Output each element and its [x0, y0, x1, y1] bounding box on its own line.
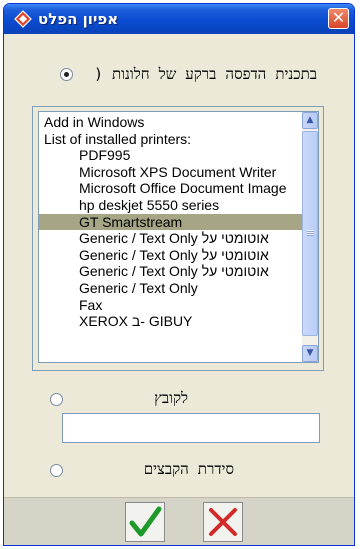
printer-list-item[interactable]: Microsoft XPS Document Writer [39, 164, 303, 181]
printer-listbox[interactable]: Add in Windows List of installed printers… [38, 111, 319, 363]
dialog-window: אפיון הפלט ✕ בתכנית הדפסה ברקע של חלונות… [3, 3, 355, 546]
check-icon [129, 506, 162, 537]
ok-button[interactable] [125, 502, 165, 542]
printer-list-item[interactable]: PDF995 [39, 147, 303, 164]
printer-list-item[interactable]: Generic / Text Only אוטומטי על [39, 230, 303, 247]
file-series-label: סידרת הקבצים [143, 460, 234, 478]
background-print-label: בתכנית הדפסה ברקע של חלונות ( [93, 65, 317, 83]
printer-list-item[interactable]: GT Smartstream [39, 213, 303, 231]
title-bar: אפיון הפלט ✕ [4, 4, 354, 34]
printer-list-item[interactable]: XEROX ב- GIBUY [39, 313, 303, 330]
close-icon: ✕ [331, 8, 346, 27]
x-icon [209, 508, 237, 536]
button-bar [4, 497, 354, 545]
file-series-radio[interactable] [50, 464, 63, 477]
printer-list-item[interactable]: List of installed printers: [39, 131, 303, 148]
vertical-scrollbar[interactable]: ▲ ▼ [302, 112, 318, 362]
scroll-down-button[interactable]: ▼ [302, 345, 318, 362]
printer-list-item[interactable]: hp deskjet 5550 series [39, 197, 303, 214]
scroll-up-button[interactable]: ▲ [302, 112, 318, 129]
background-print-radio[interactable] [60, 68, 73, 81]
printer-list-items: Add in Windows List of installed printers… [39, 114, 303, 330]
app-logo-icon [14, 10, 32, 28]
printer-list-item[interactable]: Fax [39, 297, 303, 314]
file-path-input[interactable] [62, 413, 320, 443]
printer-list-item[interactable]: Generic / Text Only אוטומטי על [39, 263, 303, 280]
printer-list-item[interactable]: Add in Windows [39, 114, 303, 131]
to-file-radio[interactable] [50, 393, 63, 406]
window-title: אפיון הפלט [38, 10, 119, 28]
close-button[interactable]: ✕ [328, 8, 349, 29]
radio-selected-dot [64, 72, 69, 77]
printer-list-item[interactable]: Generic / Text Only [39, 280, 303, 297]
chevron-down-icon: ▼ [306, 348, 314, 358]
printer-list-item[interactable]: Microsoft Office Document Image [39, 180, 303, 197]
cancel-button[interactable] [203, 502, 243, 542]
printer-list-item[interactable]: Generic / Text Only אוטומטי על [39, 247, 303, 264]
to-file-label: לקובץ [154, 389, 188, 407]
chevron-up-icon: ▲ [306, 115, 314, 125]
scroll-thumb[interactable] [302, 131, 318, 336]
